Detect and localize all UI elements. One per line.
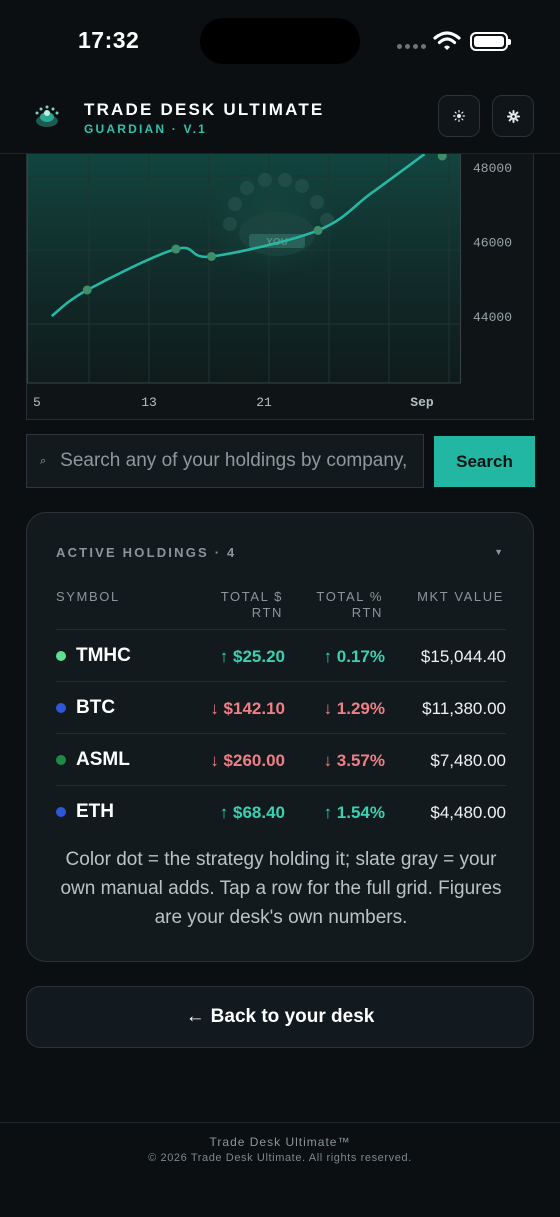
gear-icon — [506, 109, 520, 123]
holding-market-value: $7,480.00 — [430, 751, 506, 770]
table-row[interactable]: TMHC ↑ $25.20 ↑ 0.17% $15,044.40 — [56, 629, 506, 681]
holding-total-pct: ↑ 1.54% — [323, 803, 385, 822]
holding-total-return: ↑ $25.20 — [219, 647, 285, 666]
chevron-down-icon[interactable]: ▼ — [494, 547, 503, 557]
arrow-left-icon: ← — [185, 1006, 205, 1027]
holding-market-value: $11,380.00 — [422, 699, 506, 718]
app-header: TRADE DESK ULTIMATE GUARDIAN · V.1 — [0, 80, 560, 154]
dynamic-island — [200, 18, 360, 64]
column-header-symbol: SYMBOL — [56, 589, 120, 604]
price-point — [313, 225, 323, 235]
price-chart[interactable]: YOU 48000 46000 44000 5 13 21 Sep — [26, 154, 534, 420]
holding-total-return: ↑ $68.40 — [219, 803, 285, 822]
footer-brand: Trade Desk Ultimate™ — [209, 1135, 351, 1149]
holding-symbol: TMHC — [76, 645, 131, 666]
status-bar: 17:32 — [0, 0, 560, 80]
holdings-list: TMHC ↑ $25.20 ↑ 0.17% $15,044.40 BTC ↓ $… — [56, 629, 506, 837]
column-header-market-value: MKT VALUE — [417, 589, 504, 604]
battery-icon — [470, 32, 511, 51]
back-button-label: Back to your desk — [210, 1006, 375, 1027]
price-point — [82, 285, 92, 295]
holdings-note: Color dot = the strategy holding it; sla… — [60, 849, 502, 928]
price-point — [171, 244, 181, 254]
x-tick-label: 21 — [256, 395, 272, 410]
column-header-total-pct: TOTAL % RTN — [316, 589, 383, 620]
holdings-title: ACTIVE HOLDINGS · 4 — [56, 545, 237, 560]
guardian-logo-icon — [35, 105, 59, 127]
sun-icon — [453, 110, 465, 122]
holding-symbol: ETH — [76, 801, 114, 822]
back-to-desk-button[interactable]: ← Back to your desk — [26, 986, 534, 1048]
search-button[interactable]: Search — [434, 436, 535, 487]
table-row[interactable]: ASML ↓ $260.00 ↓ 3.57% $7,480.00 — [56, 733, 506, 785]
holding-market-value: $15,044.40 — [420, 647, 506, 666]
holding-total-pct: ↑ 0.17% — [323, 647, 385, 666]
table-row[interactable]: ETH ↑ $68.40 ↑ 1.54% $4,480.00 — [56, 785, 506, 837]
search-icon: ⌕ — [40, 454, 47, 467]
x-tick-label: 5 — [33, 395, 41, 410]
strategy-dot — [56, 703, 66, 713]
holding-total-return: ↓ $260.00 — [210, 751, 285, 770]
holding-symbol: ASML — [76, 749, 130, 770]
search-input[interactable] — [60, 450, 423, 472]
y-tick-label: 44000 — [473, 310, 512, 325]
app-title: TRADE DESK ULTIMATE — [84, 100, 325, 119]
footer-copyright: © 2026 Trade Desk Ultimate. All rights r… — [148, 1152, 412, 1164]
settings-button[interactable] — [492, 95, 534, 137]
holding-symbol: BTC — [76, 697, 116, 718]
search-box[interactable]: ⌕ — [26, 434, 424, 488]
x-tick-label: 13 — [141, 395, 157, 410]
holding-total-return: ↓ $142.10 — [210, 699, 285, 718]
x-tick-label: Sep — [410, 395, 434, 410]
table-row[interactable]: BTC ↓ $142.10 ↓ 1.29% $11,380.00 — [56, 681, 506, 733]
status-time: 17:32 — [78, 27, 140, 53]
strategy-dot — [56, 807, 66, 817]
strategy-dot — [56, 755, 66, 765]
price-chart-svg: YOU 48000 46000 44000 5 13 21 Sep — [27, 154, 512, 410]
strategy-dot — [56, 651, 66, 661]
y-tick-label: 46000 — [473, 236, 512, 251]
cellular-signal-icon — [397, 44, 426, 49]
holdings-card: ACTIVE HOLDINGS · 4 ▼ SYMBOL TOTAL $ RTN… — [26, 512, 534, 962]
you-watermark-icon: YOU — [202, 169, 342, 279]
holding-market-value: $4,480.00 — [430, 803, 506, 822]
holding-total-pct: ↓ 1.29% — [323, 699, 385, 718]
holding-total-pct: ↓ 3.57% — [323, 751, 385, 770]
theme-toggle-button[interactable] — [438, 95, 480, 137]
footer: Trade Desk Ultimate™ © 2026 Trade Desk U… — [0, 1122, 560, 1217]
y-tick-label: 48000 — [473, 161, 512, 176]
column-header-total-return: TOTAL $ RTN — [220, 589, 283, 620]
app-subtitle: GUARDIAN · V.1 — [84, 122, 208, 136]
wifi-icon — [433, 31, 461, 50]
price-point — [207, 251, 216, 261]
